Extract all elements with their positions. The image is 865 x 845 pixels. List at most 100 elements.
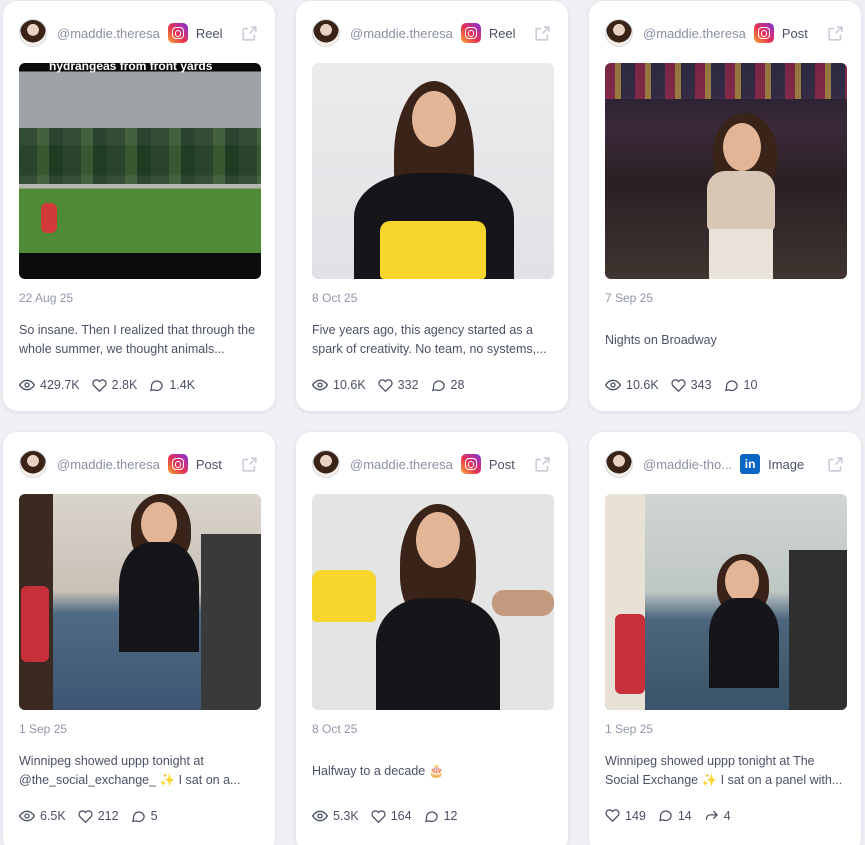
heart-icon bbox=[605, 809, 620, 823]
avatar[interactable] bbox=[19, 450, 47, 478]
eye-icon bbox=[312, 379, 328, 391]
post-thumbnail[interactable]: hydrangeas from front yards bbox=[19, 63, 261, 279]
likes-count: 212 bbox=[97, 809, 119, 823]
card-header: @maddie-tho... in Image bbox=[605, 448, 845, 480]
heart-icon bbox=[671, 378, 686, 392]
cake-image bbox=[380, 221, 486, 279]
account-handle[interactable]: @maddie.theresa bbox=[57, 457, 160, 472]
eye-icon bbox=[605, 379, 621, 391]
likes-stat: 2.8K bbox=[92, 378, 138, 393]
card-header: @maddie.theresa Reel bbox=[312, 17, 552, 49]
comments-count: 28 bbox=[450, 378, 465, 392]
post-stats: 6.5K 212 5 bbox=[19, 808, 259, 824]
likes-stat: 343 bbox=[671, 378, 712, 393]
views-count: 10.6K bbox=[333, 378, 366, 392]
account-handle[interactable]: @maddie-tho... bbox=[643, 457, 732, 472]
external-link-icon[interactable] bbox=[532, 454, 552, 474]
post-grid: @maddie.theresa Reel hydrangeas from fro… bbox=[0, 0, 865, 845]
post-card[interactable]: @maddie.theresa Reel 8 Oct 25 Five years… bbox=[296, 1, 568, 411]
account-handle[interactable]: @maddie.theresa bbox=[57, 26, 160, 41]
post-thumbnail[interactable] bbox=[19, 494, 261, 710]
account-handle[interactable]: @maddie.theresa bbox=[350, 26, 453, 41]
post-thumbnail[interactable] bbox=[605, 63, 847, 279]
instagram-icon bbox=[753, 23, 774, 43]
eye-icon bbox=[312, 810, 328, 822]
likes-count: 332 bbox=[397, 378, 419, 392]
views-stat: 5.3K bbox=[312, 808, 359, 824]
views-count: 429.7K bbox=[40, 378, 80, 392]
post-type-label: Post bbox=[781, 25, 808, 41]
likes-count: 149 bbox=[625, 808, 646, 823]
external-link-icon[interactable] bbox=[239, 454, 259, 474]
avatar[interactable] bbox=[605, 19, 633, 47]
post-caption: Halfway to a decade 🎂 bbox=[312, 764, 445, 778]
post-thumbnail[interactable] bbox=[312, 63, 554, 279]
views-stat: 10.6K bbox=[605, 377, 659, 393]
post-card[interactable]: @maddie-tho... in Image 1 Sep 25 Winnipe… bbox=[589, 432, 861, 845]
person-body-image bbox=[709, 598, 779, 688]
post-card[interactable]: @maddie.theresa Post 8 Oct 25 Halfway to… bbox=[296, 432, 568, 845]
external-link-icon[interactable] bbox=[239, 23, 259, 43]
comment-icon bbox=[131, 810, 145, 822]
person-body-image bbox=[376, 598, 500, 710]
external-link-icon[interactable] bbox=[532, 23, 552, 43]
post-type-label: Post bbox=[195, 456, 222, 472]
instagram-icon bbox=[460, 23, 481, 43]
shares-stat: 4 bbox=[704, 808, 731, 823]
post-stats: 10.6K 343 10 bbox=[605, 377, 845, 393]
views-count: 6.5K bbox=[40, 809, 66, 823]
cake-image bbox=[312, 570, 376, 622]
avatar[interactable] bbox=[19, 19, 47, 47]
post-thumbnail[interactable] bbox=[605, 494, 847, 710]
post-card[interactable]: @maddie.theresa Post 7 Sep 25 Nights on … bbox=[589, 1, 861, 411]
instagram-icon bbox=[460, 454, 481, 474]
external-link-icon[interactable] bbox=[825, 454, 845, 474]
eye-icon bbox=[19, 810, 35, 822]
comments-stat: 14 bbox=[658, 808, 692, 823]
post-stats: 149 14 4 bbox=[605, 808, 845, 823]
comments-stat: 10 bbox=[724, 378, 758, 393]
post-thumbnail[interactable] bbox=[312, 494, 554, 710]
post-card[interactable]: @maddie.theresa Reel hydrangeas from fro… bbox=[3, 1, 275, 411]
post-card[interactable]: @maddie.theresa Post 1 Sep 25 Winnipeg s… bbox=[3, 432, 275, 845]
views-stat: 6.5K bbox=[19, 808, 66, 824]
post-caption: Nights on Broadway bbox=[605, 333, 717, 347]
avatar[interactable] bbox=[312, 19, 340, 47]
likes-stat: 212 bbox=[78, 809, 119, 824]
post-caption: So insane. Then I realized that through … bbox=[19, 323, 256, 356]
man-image bbox=[201, 534, 261, 710]
avatar[interactable] bbox=[312, 450, 340, 478]
comment-icon bbox=[724, 379, 738, 391]
post-date: 8 Oct 25 bbox=[312, 291, 358, 305]
person-face-image bbox=[141, 502, 177, 546]
post-stats: 429.7K 2.8K 1.4K bbox=[19, 377, 259, 393]
external-link-icon[interactable] bbox=[825, 23, 845, 43]
post-caption: Winnipeg showed uppp tonight at @the_soc… bbox=[19, 754, 241, 787]
thumbnail-overlay-text: hydrangeas from front yards bbox=[49, 63, 213, 73]
post-date: 8 Oct 25 bbox=[312, 722, 358, 736]
comments-stat: 28 bbox=[431, 378, 465, 393]
likes-count: 2.8K bbox=[111, 378, 138, 392]
linkedin-icon: in bbox=[740, 454, 761, 474]
post-stats: 5.3K 164 12 bbox=[312, 808, 552, 824]
post-type-label: Post bbox=[488, 456, 515, 472]
avatar[interactable] bbox=[605, 450, 633, 478]
comment-icon bbox=[150, 379, 164, 391]
account-handle[interactable]: @maddie.theresa bbox=[350, 457, 453, 472]
views-stat: 429.7K bbox=[19, 377, 80, 393]
comments-count: 1.4K bbox=[169, 378, 196, 392]
post-caption: Five years ago, this agency started as a… bbox=[312, 323, 547, 356]
trees-image bbox=[19, 127, 261, 184]
heart-icon bbox=[78, 809, 93, 823]
comments-count: 5 bbox=[150, 809, 158, 823]
comments-stat: 5 bbox=[131, 809, 158, 824]
person-top-image bbox=[707, 171, 775, 231]
likes-count: 343 bbox=[690, 378, 712, 392]
account-handle[interactable]: @maddie.theresa bbox=[643, 26, 746, 41]
post-type-label: Image bbox=[768, 456, 805, 472]
share-icon bbox=[705, 810, 718, 820]
card-header: @maddie.theresa Post bbox=[312, 448, 552, 480]
person-skirt-image bbox=[709, 229, 773, 279]
post-date: 1 Sep 25 bbox=[19, 722, 68, 736]
comments-count: 10 bbox=[743, 378, 758, 392]
